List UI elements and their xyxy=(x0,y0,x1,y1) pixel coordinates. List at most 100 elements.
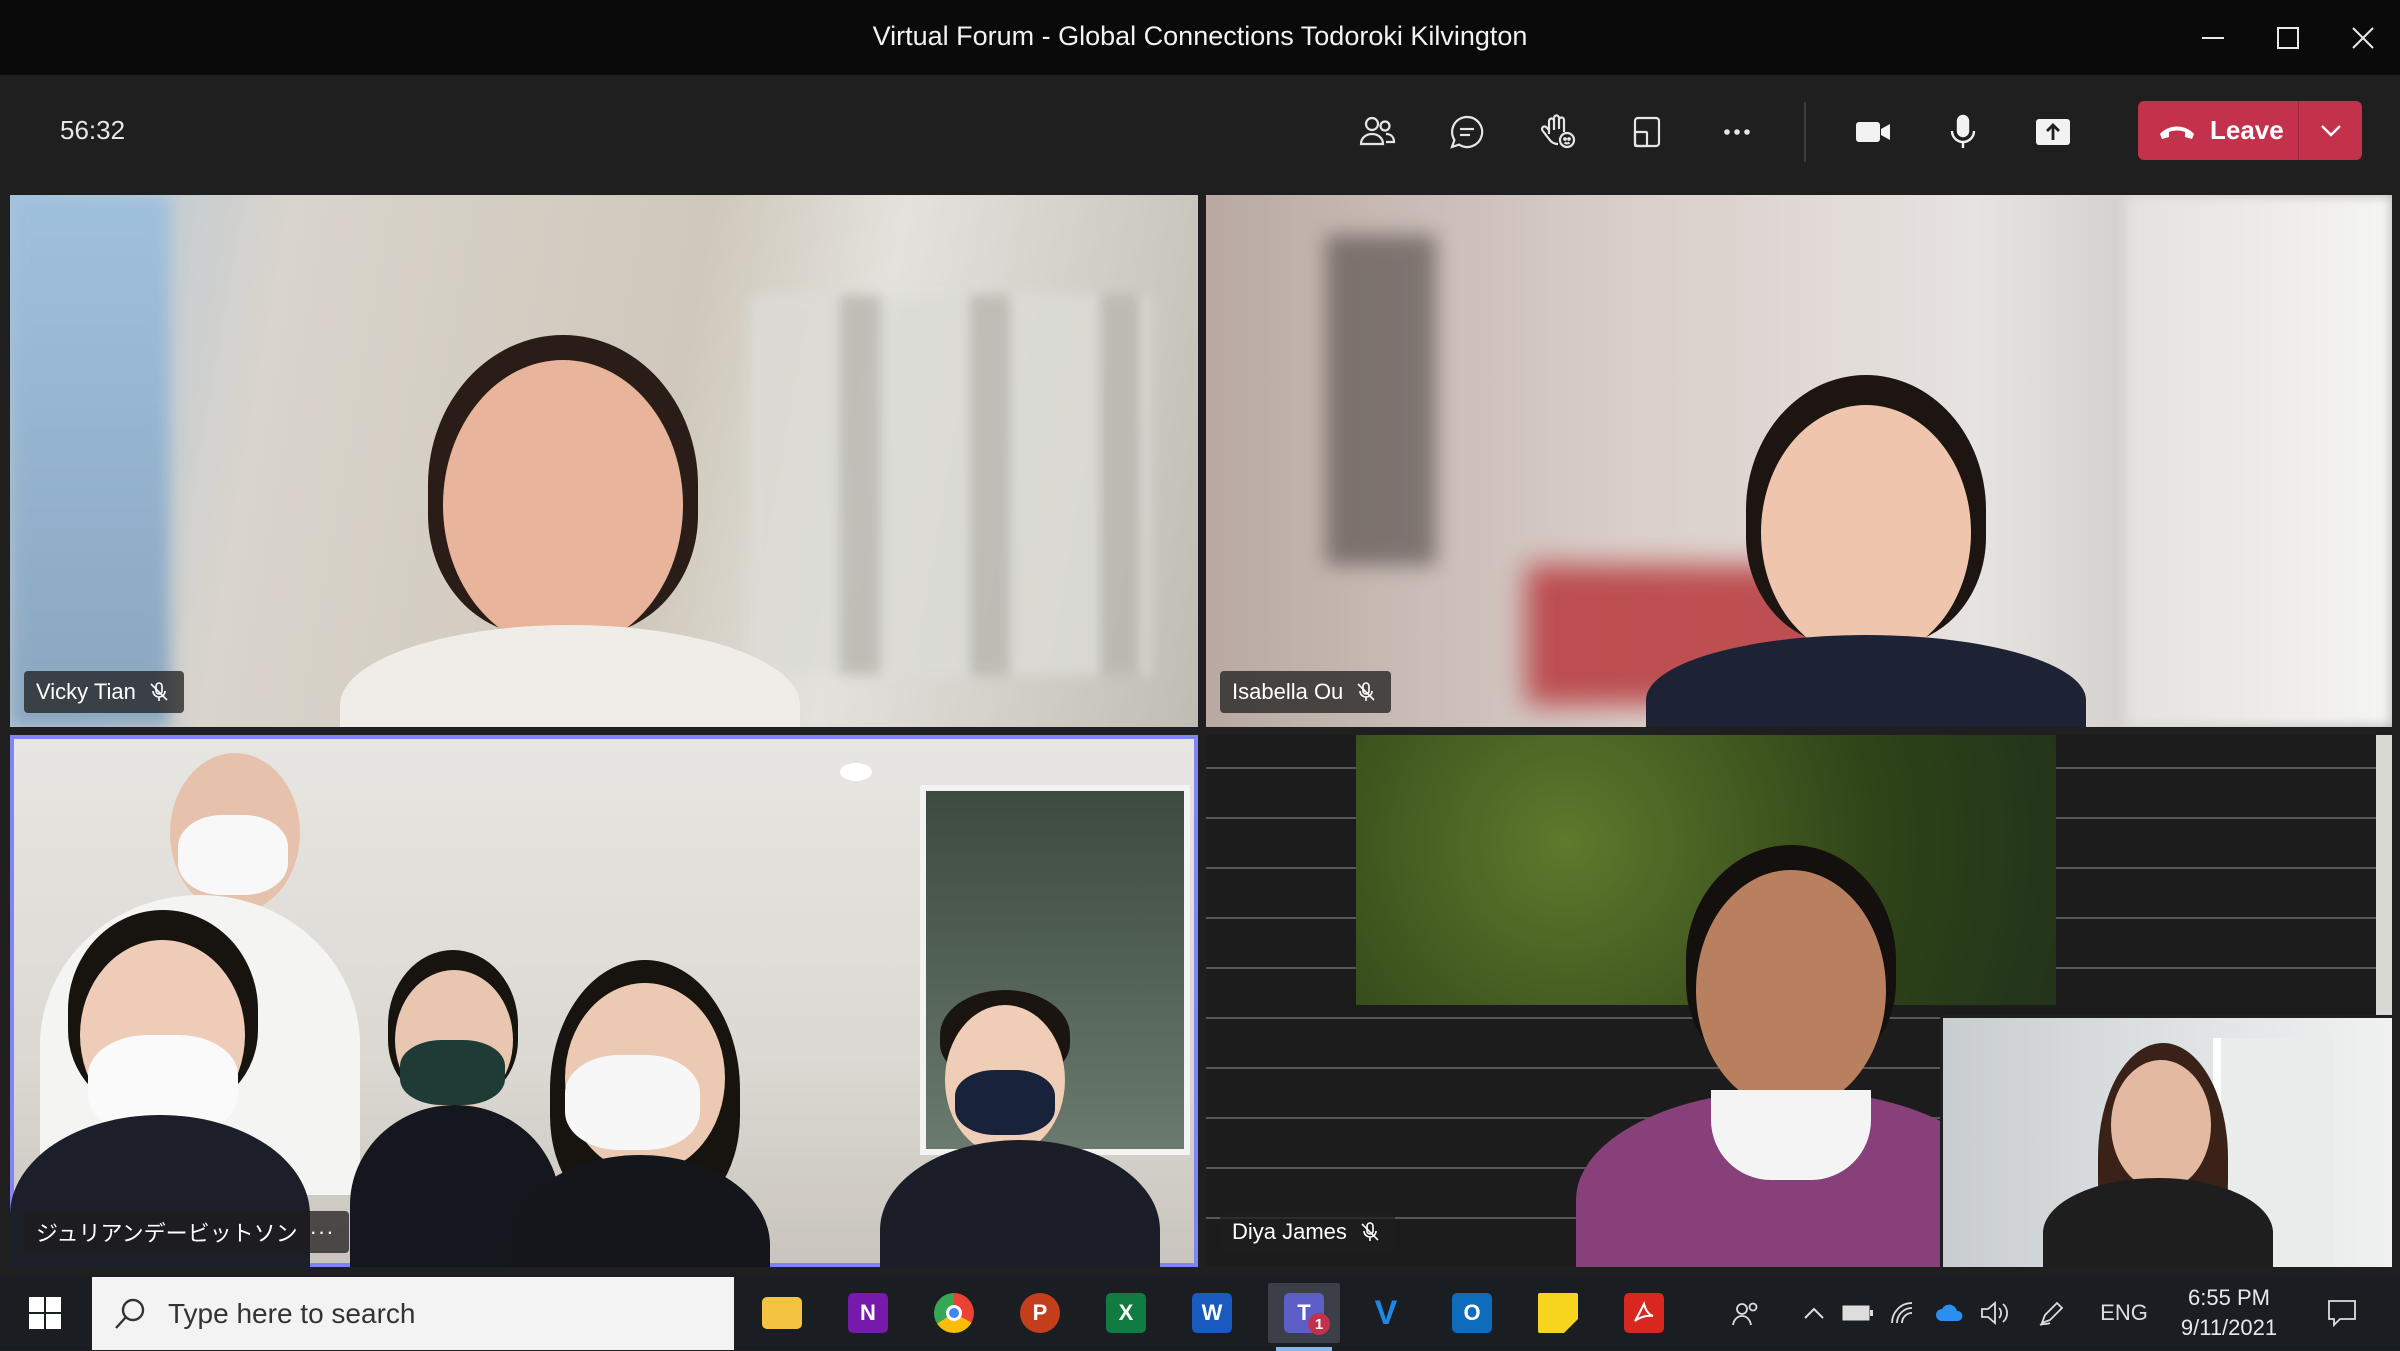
pen-tray-button[interactable] xyxy=(2030,1275,2074,1350)
hang-up-icon xyxy=(2160,126,2194,139)
notification-badge: 1 xyxy=(1308,1313,1330,1335)
taskbar-app-powerpoint[interactable]: P xyxy=(1010,1283,1070,1343)
background-window xyxy=(10,195,170,727)
battery-tray-button[interactable] xyxy=(1838,1275,1878,1350)
more-actions-button[interactable] xyxy=(1704,99,1770,165)
participant-more-icon[interactable]: ··· xyxy=(310,1219,335,1245)
teacher-mask xyxy=(178,815,288,895)
action-center-button[interactable] xyxy=(2312,1275,2372,1350)
participant-name-tag: ジュリアンデービットソン ··· xyxy=(24,1211,349,1253)
sticky-notes-icon xyxy=(1538,1293,1578,1333)
taskbar-app-excel[interactable]: X xyxy=(1096,1283,1156,1343)
wifi-icon xyxy=(1891,1301,1913,1323)
figure-collar xyxy=(1711,1090,1871,1180)
volume-tray-button[interactable] xyxy=(1974,1275,2014,1350)
microphone-button[interactable] xyxy=(1930,99,1996,165)
participants-button[interactable] xyxy=(1344,99,1410,165)
people-tray-button[interactable] xyxy=(1722,1275,1770,1350)
windows-logo-icon xyxy=(29,1297,61,1329)
share-screen-button[interactable] xyxy=(2020,99,2086,165)
excel-icon: X xyxy=(1106,1293,1146,1333)
outlook-icon: O xyxy=(1452,1293,1492,1333)
participant-name-tag: Vicky Tian xyxy=(24,671,184,713)
taskbar-app-teams[interactable]: T 1 xyxy=(1268,1283,1340,1351)
notification-icon xyxy=(2328,1299,2356,1327)
meeting-timer: 56:32 xyxy=(60,115,126,145)
taskbar-app-word[interactable]: W xyxy=(1182,1283,1242,1343)
participant-name: ジュリアンデービットソン xyxy=(36,1221,298,1246)
taskbar-app-outlook[interactable]: O xyxy=(1442,1283,1502,1343)
minimize-button[interactable] xyxy=(2175,0,2250,75)
clock-time: 6:55 PM xyxy=(2188,1285,2270,1310)
toolbar-divider xyxy=(1804,102,1806,162)
taskbar-app-chrome[interactable] xyxy=(924,1283,984,1343)
camera-button[interactable] xyxy=(1840,99,1906,165)
leave-button[interactable]: Leave xyxy=(2138,101,2362,160)
start-button[interactable] xyxy=(15,1288,75,1338)
raise-hand-button[interactable] xyxy=(1524,99,1590,165)
figure-face xyxy=(443,360,683,650)
v-app-icon: V xyxy=(1374,1293,1398,1332)
taskbar-app-v[interactable]: V xyxy=(1356,1283,1416,1343)
chevron-up-icon xyxy=(1804,1307,1824,1319)
layout-icon xyxy=(1633,116,1661,148)
word-icon: W xyxy=(1192,1293,1232,1333)
show-hidden-icons-button[interactable] xyxy=(1796,1275,1832,1350)
share-icon xyxy=(2036,119,2070,145)
maximize-button[interactable] xyxy=(2250,0,2325,75)
window-title: Virtual Forum - Global Connections Todor… xyxy=(872,21,1528,51)
close-button[interactable] xyxy=(2325,0,2400,75)
figure-body xyxy=(340,625,800,727)
background-shelf xyxy=(750,295,1150,675)
taskbar-app-file-explorer[interactable] xyxy=(752,1283,812,1343)
participant-name: Vicky Tian xyxy=(36,679,136,704)
participant-video-tile[interactable]: Vicky Tian xyxy=(10,195,1198,727)
mic-off-icon xyxy=(1361,1222,1379,1241)
input-language-indicator[interactable]: ENG xyxy=(2094,1275,2154,1350)
taskbar-app-sticky-notes[interactable] xyxy=(1528,1283,1588,1343)
speaker-icon xyxy=(1981,1300,2008,1325)
microphone-icon xyxy=(1950,114,1976,148)
participant-name: Diya James xyxy=(1232,1219,1347,1244)
people-icon xyxy=(1359,116,1396,146)
leave-options-button[interactable] xyxy=(2299,101,2362,160)
title-bar: Virtual Forum - Global Connections Todor… xyxy=(0,0,2400,75)
participant-video-tile-active-speaker[interactable]: ジュリアンデービットソン ··· xyxy=(10,735,1198,1267)
mic-off-icon xyxy=(1357,682,1375,701)
participant-name: Isabella Ou xyxy=(1232,679,1344,704)
wifi-tray-button[interactable] xyxy=(1884,1275,1924,1350)
cloud-icon xyxy=(1936,1304,1963,1321)
participant-video-tile[interactable]: Isabella Ou xyxy=(1206,195,2392,727)
chat-button[interactable] xyxy=(1434,99,1500,165)
people-icon xyxy=(1732,1302,1758,1325)
participant-name-tag: Isabella Ou xyxy=(1220,671,1392,713)
student-mask xyxy=(565,1055,700,1150)
leave-label: Leave xyxy=(2210,115,2284,145)
leave-main[interactable]: Leave xyxy=(2138,101,2298,160)
taskbar-app-onenote[interactable]: N xyxy=(838,1283,898,1343)
taskbar-app-acrobat[interactable] xyxy=(1614,1283,1674,1343)
close-icon xyxy=(2351,26,2374,49)
figure-face xyxy=(1761,405,1971,660)
taskbar-clock[interactable]: 6:55 PM 9/11/2021 xyxy=(2170,1283,2288,1343)
windows-taskbar: Type here to search N P X W T 1 V O ENG … xyxy=(0,1275,2400,1351)
search-placeholder: Type here to search xyxy=(168,1297,416,1329)
clock-date: 9/11/2021 xyxy=(2180,1315,2278,1340)
background-object xyxy=(1326,235,1436,565)
participant-video-tile[interactable]: Diya James xyxy=(1206,735,2392,1267)
self-view-video[interactable] xyxy=(1940,1015,2392,1267)
onedrive-tray-button[interactable] xyxy=(1930,1275,1970,1350)
chevron-down-icon xyxy=(2320,124,2341,137)
minimize-icon xyxy=(2201,36,2224,39)
more-icon xyxy=(1724,129,1750,135)
chat-icon xyxy=(1450,115,1484,149)
taskbar-search-box[interactable]: Type here to search xyxy=(92,1277,734,1350)
onenote-icon: N xyxy=(848,1293,888,1333)
layout-button[interactable] xyxy=(1614,99,1680,165)
search-icon xyxy=(115,1298,145,1329)
participant-name-tag: Diya James xyxy=(1220,1211,1395,1253)
self-view-face xyxy=(2111,1060,2211,1190)
student-mask xyxy=(955,1070,1055,1135)
camera-icon xyxy=(1856,122,1890,142)
powerpoint-icon: P xyxy=(1020,1293,1060,1333)
